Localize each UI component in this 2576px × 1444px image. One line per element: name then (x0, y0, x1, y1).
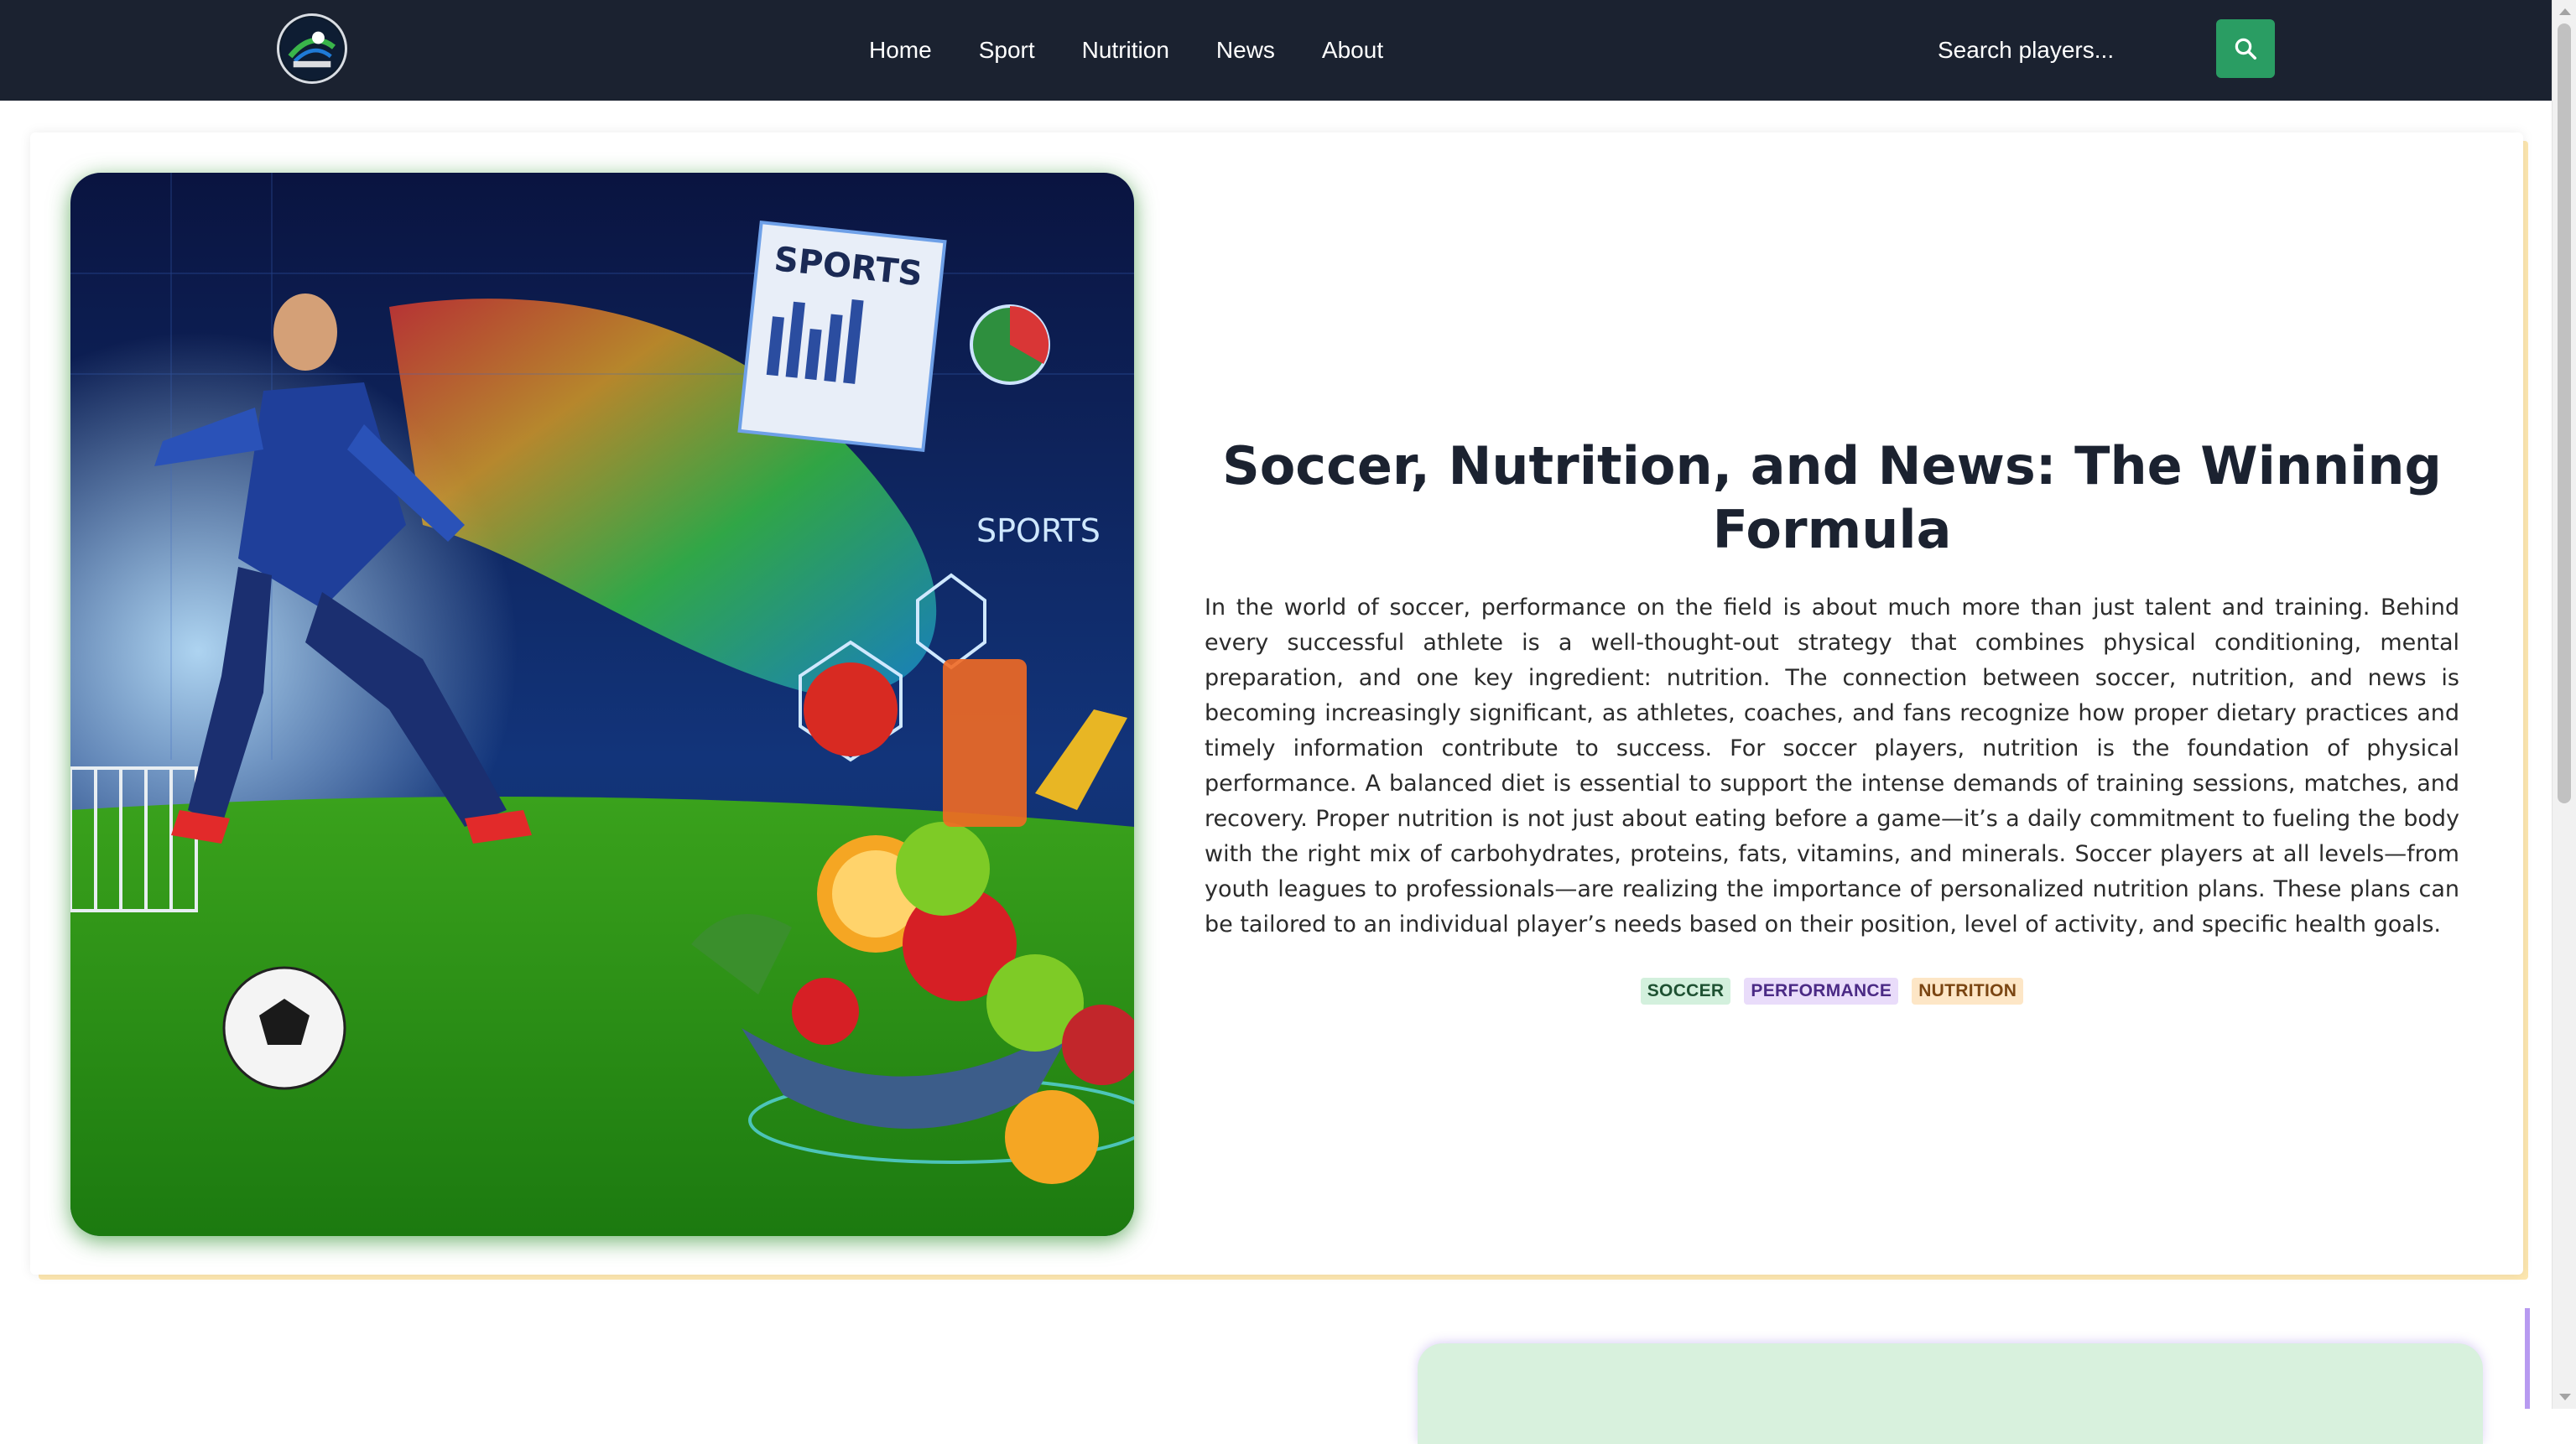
scroll-up-arrow-icon[interactable] (2559, 8, 2571, 15)
nav-links: Home Sport Nutrition News About (869, 0, 1383, 101)
navbar: Home Sport Nutrition News About (0, 0, 2552, 101)
nav-about[interactable]: About (1322, 37, 1383, 64)
nav-home[interactable]: Home (869, 37, 932, 64)
search-icon (2235, 38, 2256, 60)
search-input[interactable] (1929, 25, 2198, 75)
scrollbar[interactable] (2552, 0, 2576, 1409)
article-text: Soccer, Nutrition, and News: The Winning… (1205, 434, 2459, 1005)
nav-news[interactable]: News (1216, 37, 1275, 64)
article-title: Soccer, Nutrition, and News: The Winning… (1222, 435, 2442, 560)
next-card-accent (2525, 1308, 2530, 1409)
scroll-down-arrow-icon[interactable] (2559, 1394, 2571, 1400)
tag-performance[interactable]: PERFORMANCE (1744, 978, 1899, 1005)
nav-sport[interactable]: Sport (979, 37, 1035, 64)
soccer-nutrition-illustration: SPORTS SPORTS (70, 173, 1134, 1236)
tag-soccer[interactable]: SOCCER (1640, 978, 1731, 1005)
hero-image: SPORTS SPORTS (70, 173, 1134, 1236)
search-button[interactable] (2216, 19, 2275, 78)
logo-icon (280, 17, 344, 81)
article-card: SPORTS SPORTS Soccer, Nutrition, and New… (30, 132, 2523, 1275)
article-body: In the world of soccer, performance on t… (1205, 595, 2459, 938)
svg-text:SPORTS: SPORTS (976, 512, 1101, 549)
tag-list: SOCCER PERFORMANCE NUTRITION (1205, 978, 2459, 1005)
site-logo[interactable] (277, 13, 347, 84)
nav-nutrition[interactable]: Nutrition (1082, 37, 1169, 64)
tag-nutrition[interactable]: NUTRITION (1912, 978, 2024, 1005)
next-article-card (1418, 1343, 2483, 1444)
scroll-thumb[interactable] (2558, 23, 2571, 803)
